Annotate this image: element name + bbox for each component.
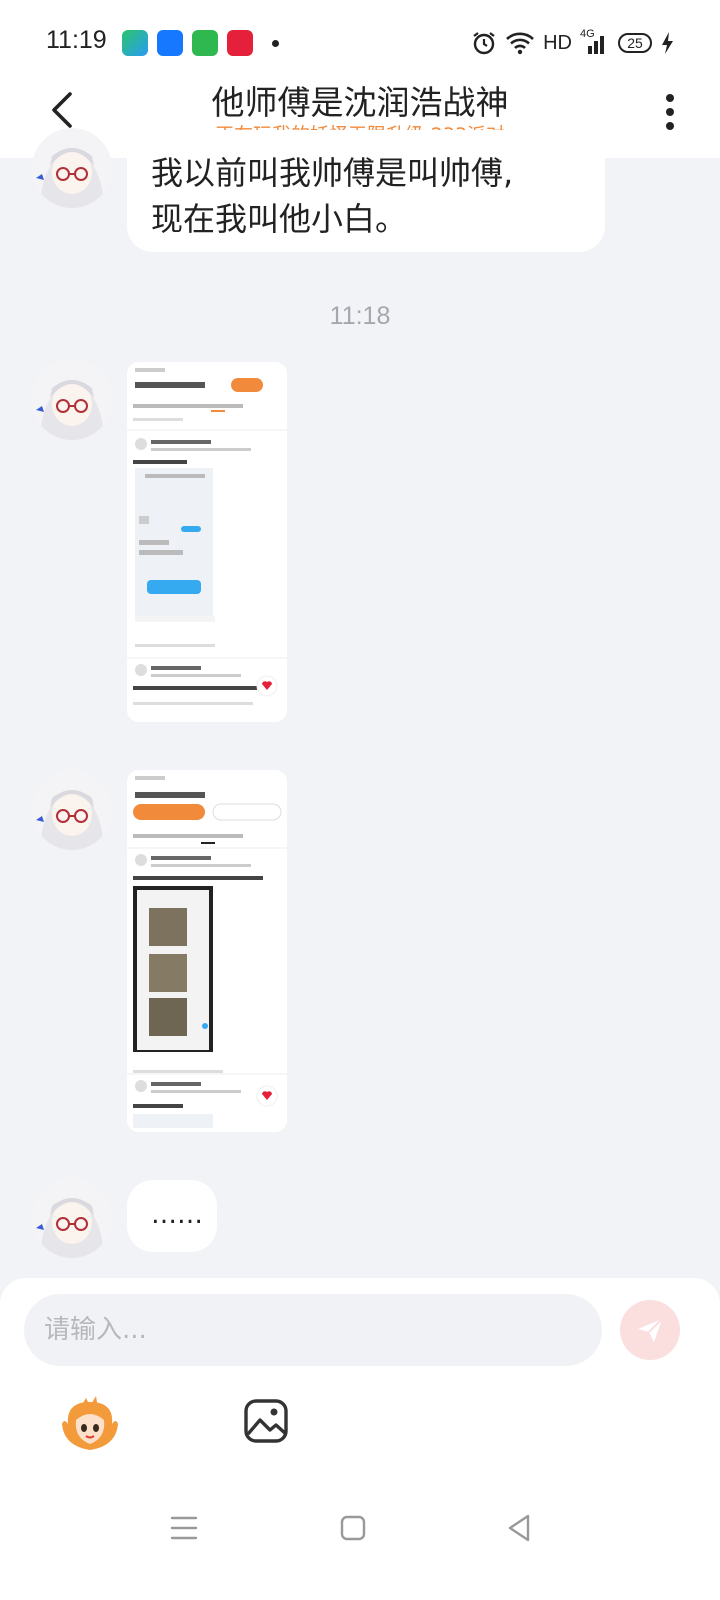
back-triangle-icon[interactable] xyxy=(500,1508,540,1548)
time-divider: 11:18 xyxy=(329,302,391,330)
avatar[interactable] xyxy=(32,770,112,850)
alarm-icon xyxy=(473,32,495,55)
wifi-icon xyxy=(506,32,534,55)
image-message[interactable] xyxy=(127,362,287,722)
avatar[interactable] xyxy=(32,1178,112,1258)
message-bubble[interactable]: …… xyxy=(127,1180,217,1252)
message-input[interactable] xyxy=(24,1294,602,1366)
input-panel xyxy=(0,1278,720,1600)
charging-icon xyxy=(662,32,673,54)
battery-indicator: 25 xyxy=(618,33,652,53)
message-text: …… xyxy=(151,1200,203,1230)
status-bar: 11:19 HD 4G 25 xyxy=(0,0,720,72)
screenshot-thumbnail xyxy=(127,770,287,1132)
alipay-icon xyxy=(157,30,183,56)
menu-icon[interactable] xyxy=(164,1508,204,1548)
notification-dot-icon xyxy=(272,40,279,47)
avatar[interactable] xyxy=(32,360,112,440)
hd-label: HD xyxy=(543,31,572,54)
send-button[interactable] xyxy=(620,1300,680,1360)
screenshot-thumbnail xyxy=(127,362,287,722)
emoji-icon[interactable] xyxy=(58,1394,122,1458)
status-indicators: HD 4G 25 xyxy=(471,28,674,58)
image-icon[interactable] xyxy=(243,1398,289,1444)
send-icon xyxy=(638,1318,663,1342)
more-vertical-icon[interactable] xyxy=(664,92,676,132)
home-icon[interactable] xyxy=(333,1508,373,1548)
video-app-icon xyxy=(122,30,148,56)
message-app-icon xyxy=(192,30,218,56)
status-time: 11:19 xyxy=(46,26,107,54)
message-line: 我以前叫我帅傅是叫帅傅, xyxy=(151,154,514,192)
red-app-icon xyxy=(227,30,253,56)
message-bubble[interactable]: 我以前叫我帅傅是叫帅傅, 现在我叫他小白。 xyxy=(127,130,605,252)
chat-title: 他师傅是沈润浩战神 xyxy=(211,83,509,122)
cell-signal-icon: 4G xyxy=(580,28,610,56)
avatar[interactable] xyxy=(32,128,112,208)
message-line: 现在我叫他小白。 xyxy=(151,200,408,238)
image-message[interactable] xyxy=(127,770,287,1132)
